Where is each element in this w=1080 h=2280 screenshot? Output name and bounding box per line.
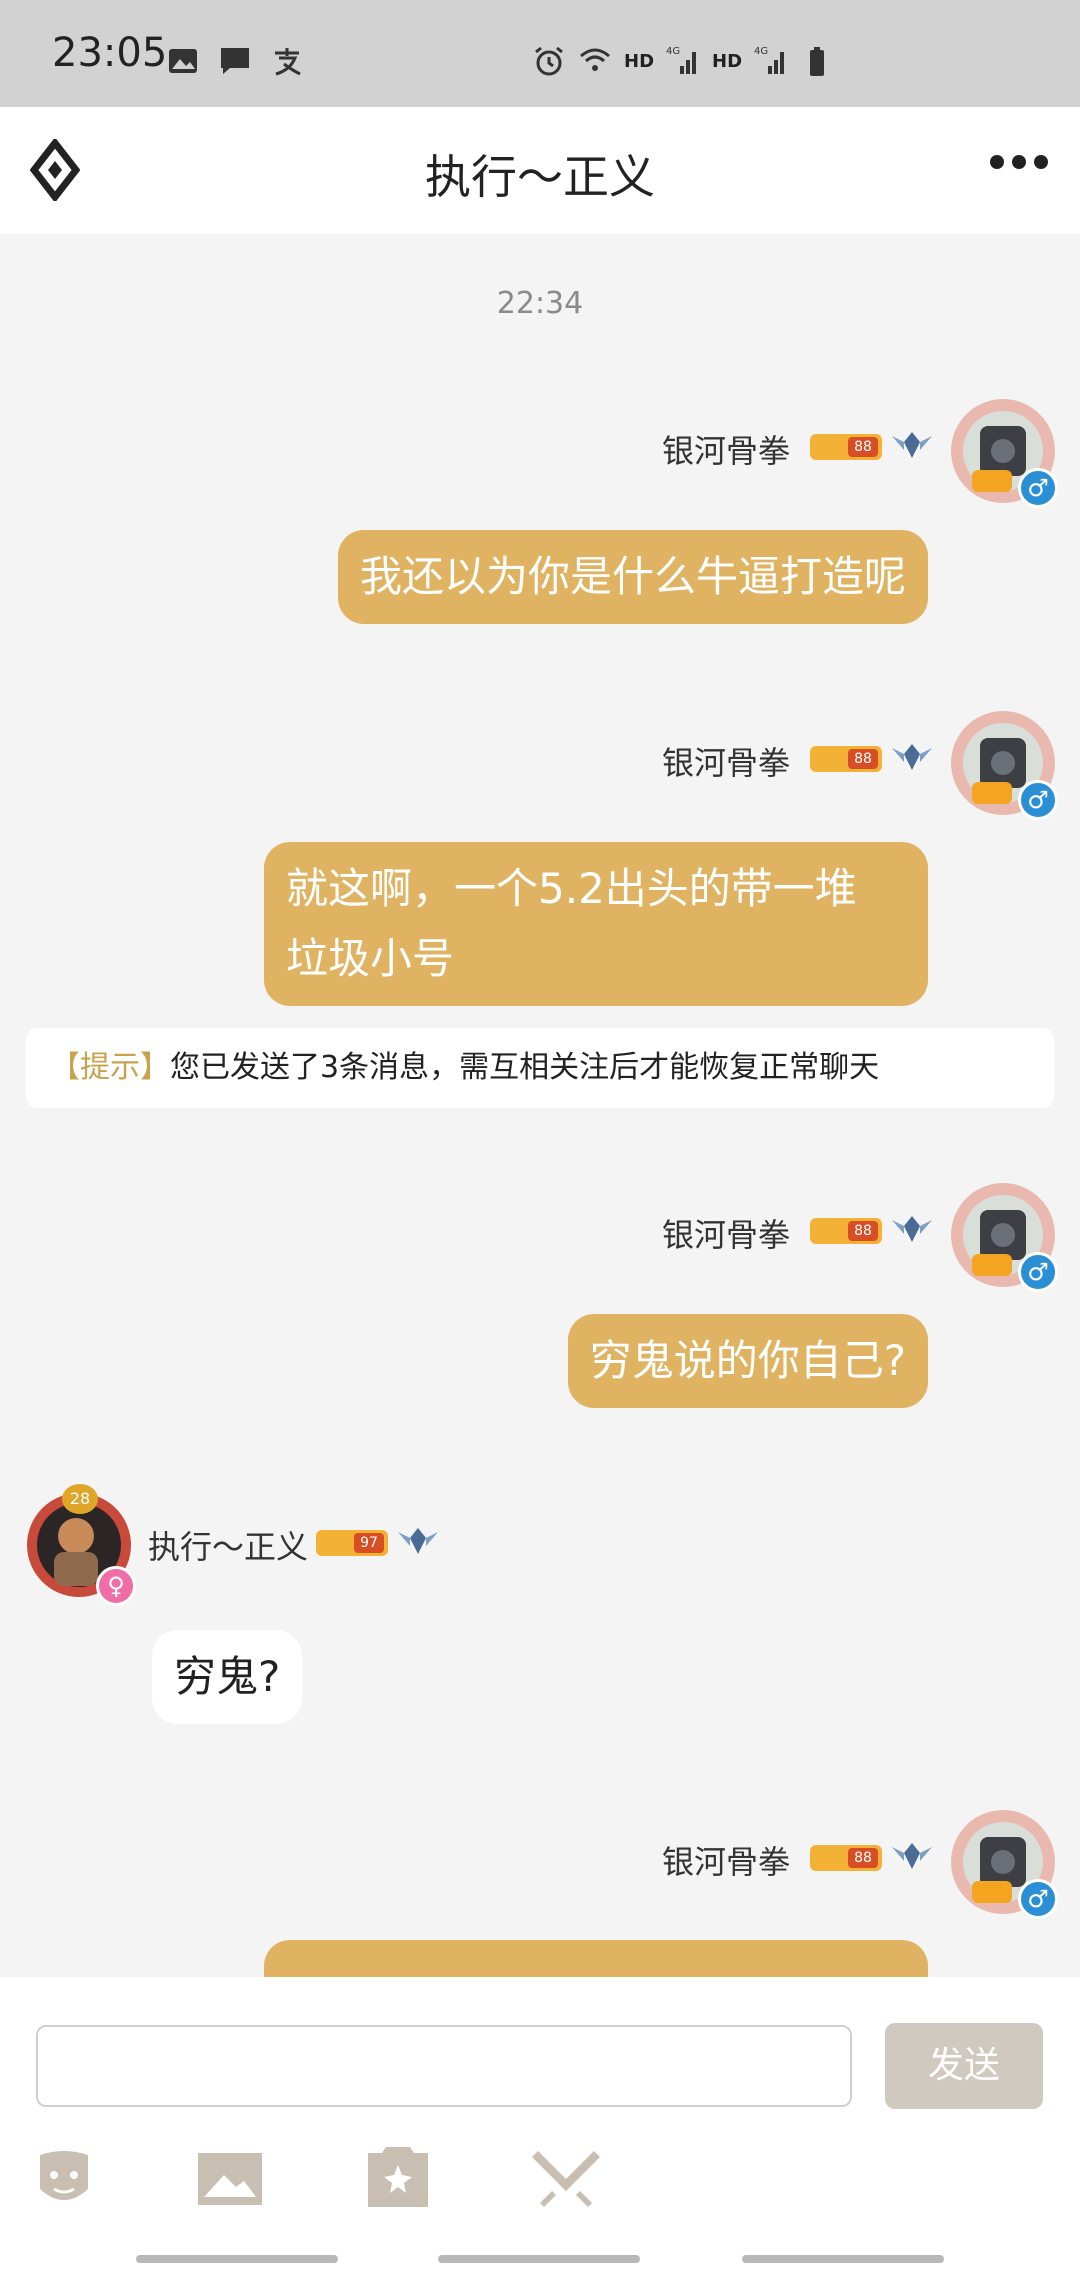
message-bubble[interactable]: 就这啊，一个5.2出头的带一堆 垃圾小号 [264,842,928,1006]
level-number: 97 [354,1533,384,1553]
status-bar: 23:05 HD 4G HD 4G [0,0,1080,107]
level-badge: 88 [810,434,882,460]
male-icon: ♂ [1018,780,1058,820]
input-bar: 发送 [0,1977,1080,2280]
rank-badge-icon [892,744,932,770]
hd-label-2: HD [712,50,743,72]
level-number: 88 [848,1221,878,1241]
level-number: 88 [848,1848,878,1868]
rank-badge-icon [398,1528,438,1554]
nav-gesture-bar [136,2255,338,2263]
sender-name: 银河骨拳 [661,744,790,782]
message-icon [221,48,249,74]
sender-name: 银河骨拳 [661,432,790,470]
message-input[interactable] [36,2025,852,2107]
avatar[interactable]: ♂ [948,708,1058,820]
level-badge: 88 [810,1218,882,1244]
sender-name: 银河骨拳 [661,1843,790,1881]
message-bubble[interactable] [264,1940,928,1977]
message-bubble[interactable]: 穷鬼? [152,1630,303,1724]
more-icon[interactable] [990,155,1048,169]
net-label-2: 4G [754,46,768,57]
send-button[interactable]: 发送 [885,2023,1043,2109]
sender-name: 银河骨拳 [661,1216,790,1254]
emoji-icon[interactable] [30,2145,98,2213]
male-icon: ♂ [1018,468,1058,508]
hd-label-1: HD [624,50,655,72]
level-number: 88 [848,749,878,769]
rank-badge-icon [892,432,932,458]
battle-icon[interactable] [532,2145,600,2213]
signal-icon: 4G [666,46,697,74]
message-timestamp: 22:34 [496,286,584,321]
avatar[interactable]: 28 ♀ [24,1484,136,1606]
avatar-level-badge: 28 [62,1484,98,1514]
level-badge: 88 [810,746,882,772]
level-badge: 97 [316,1530,388,1556]
rank-badge-icon [892,1216,932,1242]
alipay-icon [275,48,301,76]
message-bubble[interactable]: 穷鬼说的你自己? [567,1314,928,1408]
signal-icon: 4G [754,46,785,74]
avatar[interactable]: ♂ [948,396,1058,508]
tip-tag: 【提示】 [50,1050,170,1085]
sticker-icon[interactable] [364,2145,432,2213]
message-line: 就这啊，一个5.2出头的带一堆 [286,864,857,913]
nav-gesture-bar [438,2255,640,2263]
chat-header: 执行～正义 [0,107,1080,234]
wifi-icon [580,48,610,71]
rank-badge-icon [892,1843,932,1869]
status-notification-icons [166,44,304,78]
alarm-icon [535,46,563,76]
sender-name: 执行～正义 [148,1528,309,1566]
image-icon [169,49,197,73]
status-system-icons: HD 4G HD 4G [532,44,834,78]
net-label-1: 4G [666,46,680,57]
tip-text: 您已发送了3条消息，需互相关注后才能恢复正常聊天 [170,1050,880,1085]
female-icon: ♀ [96,1566,136,1606]
photo-icon[interactable] [196,2145,264,2213]
male-icon: ♂ [1018,1252,1058,1292]
level-number: 88 [848,437,878,457]
status-time: 23:05 [52,30,168,76]
level-badge: 88 [810,1845,882,1871]
system-tip: 【提示】您已发送了3条消息，需互相关注后才能恢复正常聊天 [26,1028,1054,1108]
avatar[interactable]: ♂ [948,1180,1058,1292]
battery-icon [810,47,825,76]
chat-messages[interactable]: 22:34 银河骨拳 88 ♂ 我还以为你是什么牛逼打造呢 银河骨拳 88 ♂ … [0,234,1080,1977]
male-icon: ♂ [1018,1879,1058,1919]
page-title: 执行～正义 [425,150,655,204]
message-line: 垃圾小号 [286,934,455,983]
nav-gesture-bar [742,2255,944,2263]
message-bubble[interactable]: 我还以为你是什么牛逼打造呢 [337,530,928,624]
avatar[interactable]: ♂ [948,1807,1058,1919]
